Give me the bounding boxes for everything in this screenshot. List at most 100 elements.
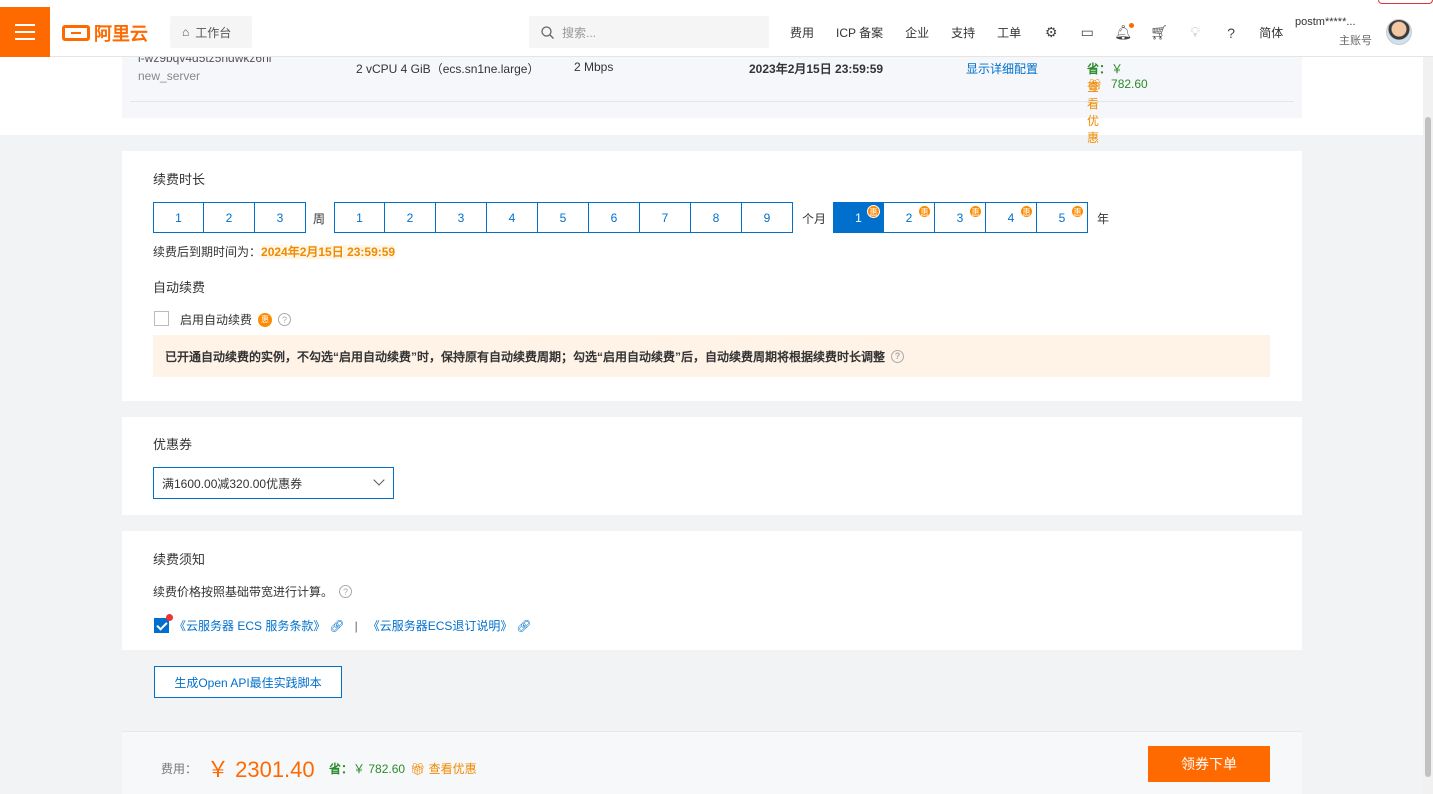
- lightbulb-icon[interactable]: 💡︎: [1187, 24, 1203, 41]
- renew-card: 续费时长 1 2 3 周 1 2 3 4 5 6 7 8 9 个月 1惠 2惠 …: [122, 151, 1302, 401]
- instance-save: 省： ￥ 782.60: [1087, 60, 1148, 91]
- gift-icon: 🎁︎: [410, 762, 426, 776]
- order-footer: 费用： ￥ 2301.40 省：￥ 782.60 🎁︎ 查看优惠 领券下单: [122, 731, 1302, 794]
- year-option-5[interactable]: 5惠: [1037, 202, 1088, 233]
- month-option-5[interactable]: 5: [538, 202, 589, 233]
- account-role: 主账号: [1339, 35, 1372, 47]
- nav-fees[interactable]: 费用: [790, 24, 814, 41]
- save-amount: ￥ 782.60: [1111, 62, 1148, 91]
- month-option-7[interactable]: 7: [640, 202, 691, 233]
- year-option-3-label: 3: [956, 210, 964, 225]
- month-option-9[interactable]: 9: [742, 202, 793, 233]
- terms-desc: 续费价格按照基础带宽进行计算。: [153, 585, 334, 599]
- logo-mark-icon: [62, 25, 90, 41]
- fee-amount: ￥ 2301.40: [207, 757, 315, 782]
- account-name: postm*****...: [1295, 16, 1356, 28]
- month-option-4[interactable]: 4: [487, 202, 538, 233]
- auto-renew-label-row: 启用自动续费 惠 ?: [180, 311, 292, 328]
- discount-badge-icon: 惠: [258, 312, 273, 327]
- workbench-label: 工作台: [195, 25, 232, 40]
- instance-spec: 2 vCPU 4 GiB（ecs.sn1ne.large）: [356, 62, 540, 76]
- week-option-3[interactable]: 3: [255, 202, 306, 233]
- generate-openapi-button[interactable]: 生成Open API最佳实践脚本: [154, 666, 342, 698]
- month-option-2[interactable]: 2: [385, 202, 436, 233]
- search-icon: [541, 25, 554, 39]
- logo-text: 阿里云: [94, 24, 148, 44]
- renew-expire-text: 续费后到期时间为：2024年2月15日 23:59:59: [153, 243, 396, 260]
- coupon-title: 优惠券: [153, 437, 193, 452]
- week-unit: 周: [313, 212, 326, 226]
- menu-icon[interactable]: [0, 7, 50, 57]
- page-scrollbar[interactable]: [1423, 57, 1433, 794]
- year-option-2-label: 2: [905, 210, 913, 225]
- week-options: 1 2 3: [153, 202, 306, 233]
- top-navigation-bar: 阿里云 ⌂ 工作台 搜索... 费用 ICP 备案 企业 支持 工单 ⚙ ▭ 🔔…: [0, 0, 1433, 57]
- month-option-6[interactable]: 6: [589, 202, 640, 233]
- language-switch[interactable]: 简体: [1259, 24, 1283, 41]
- auto-renew-notice: 已开通自动续费的实例，不勾选“启用自动续费”时，保持原有自动续费周期；勾选“启用…: [153, 335, 1270, 377]
- avatar[interactable]: [1386, 19, 1412, 45]
- footer-discount-link[interactable]: 🎁︎ 查看优惠: [410, 760, 477, 777]
- scrollbar-thumb[interactable]: [1425, 117, 1431, 777]
- help-icon[interactable]: ?: [1223, 25, 1239, 41]
- nav-support[interactable]: 支持: [951, 24, 975, 41]
- bell-icon[interactable]: 🔔︎: [1114, 22, 1135, 41]
- aliyun-logo[interactable]: 阿里云: [62, 20, 148, 46]
- year-options: 1惠 2惠 3惠 4惠 5惠: [833, 202, 1088, 233]
- year-option-2[interactable]: 2惠: [884, 202, 935, 233]
- robot-icon[interactable]: ⚙: [1043, 24, 1059, 41]
- discount-badge-icon: 惠: [867, 205, 880, 218]
- notice-text: 已开通自动续费的实例，不勾选“启用自动续费”时，保持原有自动续费周期；勾选“启用…: [165, 349, 886, 364]
- terms-card: 续费须知 续费价格按照基础带宽进行计算。 ? 《云服务器 ECS 服务条款》 🔗…: [122, 531, 1302, 650]
- save-label: 省：: [1087, 62, 1112, 76]
- help-circle-icon[interactable]: ?: [891, 349, 905, 363]
- ecs-refund-link[interactable]: 《云服务器ECS退订说明》: [368, 617, 513, 634]
- year-option-1[interactable]: 1惠: [833, 202, 884, 233]
- auto-renew-title: 自动续费: [153, 280, 206, 295]
- discount-link-label: 查看优惠: [1087, 80, 1100, 145]
- terms-links: 《云服务器 ECS 服务条款》 🔗︎ | 《云服务器ECS退订说明》 🔗︎: [174, 617, 532, 634]
- footer-save-label: 省：: [329, 762, 354, 776]
- discount-badge-icon: 惠: [918, 205, 931, 218]
- nav-enterprise[interactable]: 企业: [905, 24, 929, 41]
- chevron-down-icon: [373, 474, 385, 486]
- help-circle-icon[interactable]: ?: [278, 313, 292, 326]
- notification-dot: [1129, 22, 1135, 28]
- nav-icp[interactable]: ICP 备案: [836, 24, 883, 41]
- account-menu[interactable]: postm*****... 主账号: [1295, 16, 1372, 48]
- divider: [130, 101, 1294, 102]
- expire-value: 2024年2月15日 23:59:59: [261, 245, 396, 259]
- month-options: 1 2 3 4 5 6 7 8 9: [334, 202, 793, 233]
- cart-icon[interactable]: 🛒︎: [1150, 24, 1168, 41]
- external-link-icon: 🔗︎: [516, 618, 532, 633]
- year-option-1-label: 1: [855, 210, 862, 225]
- footer-save: 省：￥ 782.60: [329, 760, 405, 777]
- instance-row: i-wz9bqv4d5tz5hdwkz6nl new_server 2 vCPU…: [122, 51, 1302, 145]
- required-dot: [166, 614, 173, 621]
- year-option-5-label: 5: [1058, 210, 1066, 225]
- fee-label: 费用：: [161, 762, 198, 776]
- workbench-button[interactable]: ⌂ 工作台: [170, 16, 252, 48]
- year-option-4[interactable]: 4惠: [986, 202, 1037, 233]
- window-control: [1378, 0, 1433, 4]
- week-option-2[interactable]: 2: [204, 202, 255, 233]
- coupon-selected-value: 满1600.00减320.00优惠券: [162, 476, 303, 491]
- ecs-terms-link[interactable]: 《云服务器 ECS 服务条款》: [174, 617, 325, 634]
- coupon-select[interactable]: 满1600.00减320.00优惠券: [153, 467, 394, 499]
- terms-title: 续费须知: [153, 552, 206, 567]
- place-order-button[interactable]: 领券下单: [1148, 746, 1270, 782]
- renew-title: 续费时长: [153, 172, 206, 187]
- month-option-3[interactable]: 3: [436, 202, 487, 233]
- help-circle-icon[interactable]: ?: [339, 585, 353, 598]
- week-option-1[interactable]: 1: [153, 202, 204, 233]
- show-detail-link[interactable]: 显示详细配置: [966, 60, 1038, 77]
- year-option-3[interactable]: 3惠: [935, 202, 986, 233]
- auto-renew-checkbox[interactable]: [154, 311, 169, 326]
- search-input[interactable]: 搜索...: [529, 16, 769, 48]
- footer-save-amount: ￥ 782.60: [353, 762, 406, 776]
- month-option-1[interactable]: 1: [334, 202, 385, 233]
- nav-ticket[interactable]: 工单: [997, 24, 1021, 41]
- month-option-8[interactable]: 8: [691, 202, 742, 233]
- link-separator: |: [354, 618, 358, 633]
- terminal-icon[interactable]: ▭: [1079, 24, 1095, 41]
